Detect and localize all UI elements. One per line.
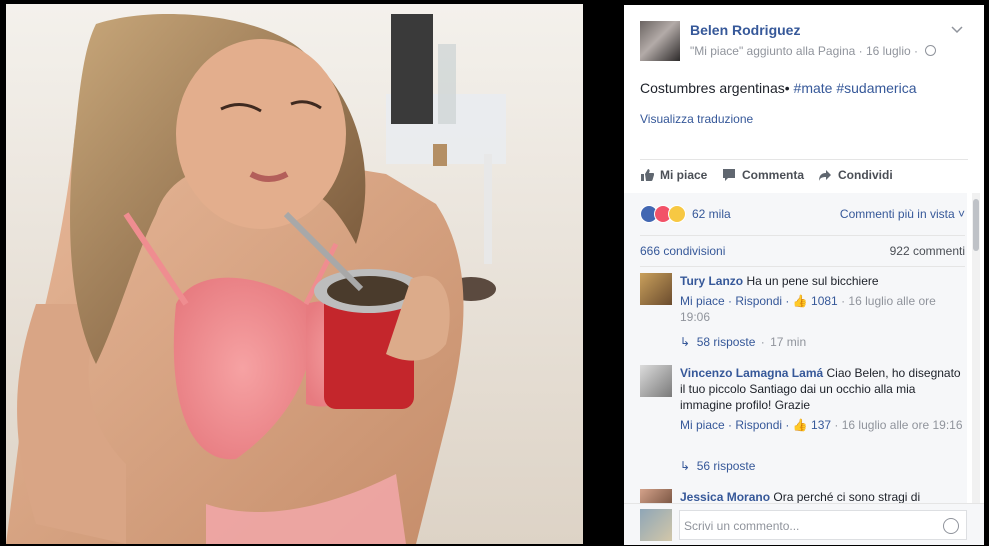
- wow-reaction-icon: [668, 205, 686, 223]
- like-label: Mi piace: [660, 168, 708, 182]
- divider: [640, 159, 968, 160]
- globe-icon: [925, 45, 937, 56]
- chevron-down-icon[interactable]: [950, 25, 964, 35]
- comment-text: Ha un pene sul bicchiere: [746, 274, 879, 288]
- post-text-plain: Costumbres argentinas•: [640, 80, 790, 96]
- comment-text: Ora perché ci sono stragi di: [773, 490, 921, 503]
- photo-image: [6, 4, 583, 544]
- reaction-count: 62 mila: [692, 207, 731, 221]
- user-avatar: [640, 509, 672, 541]
- commenter-name[interactable]: Vincenzo Lamagna Lamá: [680, 366, 823, 380]
- divider: [640, 235, 965, 236]
- share-label: Condividi: [838, 168, 893, 182]
- reply-arrow-icon: ↳: [680, 459, 697, 473]
- replies-count: 58 risposte: [696, 335, 756, 349]
- comments-scrollbar[interactable]: [972, 193, 980, 503]
- like-button[interactable]: Mi piace: [640, 168, 707, 182]
- comment-composer: Scrivi un commento...: [624, 503, 984, 545]
- reply-arrow-icon: ↳: [680, 335, 697, 349]
- comments-section: 62 mila Commenti più in vista ˅ 666 cond…: [624, 193, 967, 503]
- share-icon: [819, 170, 831, 181]
- replies-time: 17 min: [770, 335, 807, 349]
- scrollbar-thumb[interactable]: [973, 199, 979, 251]
- post-sidebar: Belen Rodriguez "Mi piace" aggiunto alla…: [624, 5, 984, 545]
- comment-body: Jessica Morano Ora perché ci sono stragi…: [680, 489, 963, 503]
- commenter-avatar[interactable]: [640, 365, 672, 397]
- caret-down-icon: ˅: [957, 207, 965, 221]
- hashtag-mate[interactable]: #mate: [794, 80, 833, 96]
- comment-like-link[interactable]: Mi piace: [680, 418, 725, 432]
- post-text: Costumbres argentinas• #mate #sudamerica: [640, 80, 917, 96]
- commenter-avatar[interactable]: [640, 273, 672, 305]
- comment-reply-link[interactable]: Rispondi: [735, 294, 782, 308]
- author-avatar[interactable]: [640, 21, 680, 61]
- comment-like-count[interactable]: 137: [811, 418, 831, 432]
- comment-icon: [723, 169, 735, 181]
- post-photo[interactable]: [6, 4, 583, 544]
- comment-sort-label: Commenti più in vista: [839, 207, 955, 221]
- comment-label: Commenta: [742, 168, 805, 182]
- post-meta: "Mi piace" aggiunto alla Pagina · 16 lug…: [690, 44, 937, 58]
- commenter-name[interactable]: Tury Lanzo: [680, 274, 743, 288]
- share-count[interactable]: 666 condivisioni: [640, 244, 725, 258]
- share-button[interactable]: Condividi: [818, 168, 893, 182]
- view-replies-link[interactable]: ↳ 56 risposte: [680, 459, 755, 473]
- comment-count: 922 commenti: [889, 244, 965, 258]
- author-name[interactable]: Belen Rodriguez: [690, 22, 800, 38]
- comment-meta: Mi piace · Rispondi · 👍 137 · 16 luglio …: [680, 418, 963, 432]
- thumbs-up-icon: [641, 169, 654, 181]
- reactions-summary[interactable]: 62 mila: [640, 205, 731, 223]
- divider: [640, 266, 965, 267]
- comment-reply-link[interactable]: Rispondi: [735, 418, 782, 432]
- hashtag-sudamerica[interactable]: #sudamerica: [836, 80, 916, 96]
- replies-count: 56 risposte: [696, 459, 756, 473]
- commenter-avatar[interactable]: [640, 489, 672, 503]
- comment-meta: Mi piace · Rispondi · 👍 1081 · 16 luglio…: [680, 294, 936, 324]
- comment-like-count[interactable]: 1081: [811, 294, 838, 308]
- comment-button[interactable]: Commenta: [722, 168, 804, 182]
- post-header: Belen Rodriguez "Mi piace" aggiunto alla…: [640, 21, 972, 66]
- thumbs-up-icon: 👍: [792, 294, 808, 308]
- comment-body: Vincenzo Lamagna Lamá Ciao Belen, ho dis…: [680, 365, 963, 433]
- post-actions: Mi piace Commenta Condividi: [640, 168, 968, 188]
- see-translation-link[interactable]: Visualizza traduzione: [640, 112, 753, 126]
- view-replies-link[interactable]: ↳ 58 risposte · 17 min: [680, 335, 806, 349]
- comment-input[interactable]: Scrivi un commento...: [679, 510, 967, 540]
- comment-like-link[interactable]: Mi piace: [680, 294, 725, 308]
- commenter-name[interactable]: Jessica Morano: [680, 490, 770, 503]
- thumbs-up-icon: 👍: [792, 418, 808, 432]
- comment-body: Tury Lanzo Ha un pene sul bicchiere Mi p…: [680, 273, 963, 325]
- comment-sort-dropdown[interactable]: Commenti più in vista ˅: [840, 207, 965, 221]
- emoji-icon[interactable]: [943, 518, 959, 534]
- post-meta-text: "Mi piace" aggiunto alla Pagina · 16 lug…: [690, 44, 918, 58]
- comment-time[interactable]: 16 luglio alle ore 19:16: [842, 418, 963, 432]
